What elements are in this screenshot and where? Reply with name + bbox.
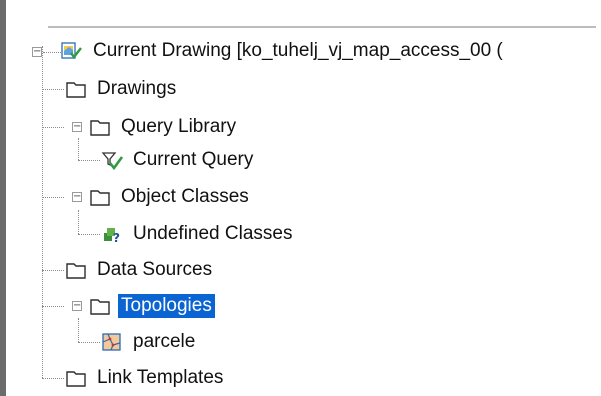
tree-node-label: Current Drawing [ko_tuhelj_vj_map_access… xyxy=(93,40,503,61)
tree-node-drawings[interactable]: Drawings xyxy=(64,76,179,102)
tree-connector xyxy=(43,52,61,53)
folder-icon xyxy=(88,116,112,138)
folder-icon xyxy=(64,367,88,389)
tree-node-current-query[interactable]: Current Query xyxy=(100,147,256,173)
tree-node-query-library[interactable]: Query Library xyxy=(88,114,239,140)
folder-icon xyxy=(64,78,88,100)
collapse-toggle-query-library[interactable]: − xyxy=(72,122,82,132)
topology-polygon-icon xyxy=(100,331,124,353)
tree-node-current-drawing[interactable]: Current Drawing [ko_tuhelj_vj_map_access… xyxy=(60,38,506,64)
tree-connector xyxy=(78,318,79,342)
folder-icon xyxy=(64,259,88,281)
tree-node-data-sources[interactable]: Data Sources xyxy=(64,257,215,283)
tree-connector xyxy=(78,210,79,234)
tree-connector xyxy=(78,234,100,235)
tree-connector xyxy=(78,342,100,343)
collapse-toggle-object-classes[interactable]: − xyxy=(72,192,82,202)
tree-connector xyxy=(42,197,64,198)
tree-connector xyxy=(42,89,64,90)
folder-icon xyxy=(88,186,112,208)
tree-node-topologies[interactable]: Topologies xyxy=(88,293,215,319)
drawing-map-icon xyxy=(60,40,84,62)
undefined-class-icon: ? xyxy=(100,223,124,245)
tree-node-label: Topologies xyxy=(118,294,215,318)
tree-connector xyxy=(42,270,64,271)
tree-node-label: Undefined Classes xyxy=(133,223,293,244)
tree-node-link-templates[interactable]: Link Templates xyxy=(64,365,226,391)
tree-node-parcele[interactable]: parcele xyxy=(100,329,198,355)
tree-node-undefined-classes[interactable]: ? Undefined Classes xyxy=(100,221,295,247)
tree-node-object-classes[interactable]: Object Classes xyxy=(88,184,252,210)
folder-icon xyxy=(88,295,112,317)
tree-node-label: Current Query xyxy=(133,149,254,170)
collapse-toggle-topologies[interactable]: − xyxy=(72,301,82,311)
map-explorer-panel: − Current Drawing [ko_tuhelj_vj_map_acce… xyxy=(6,0,601,396)
tree-node-label: parcele xyxy=(133,331,196,352)
tree-node-label: Link Templates xyxy=(97,367,224,388)
tree-connector xyxy=(42,378,64,379)
query-filter-check-icon xyxy=(100,149,124,171)
tree-view[interactable]: − Current Drawing [ko_tuhelj_vj_map_acce… xyxy=(6,0,601,396)
svg-text:?: ? xyxy=(113,231,120,245)
tree-node-label: Query Library xyxy=(121,116,237,137)
tree-node-label: Data Sources xyxy=(97,259,213,280)
tree-connector xyxy=(42,46,43,378)
tree-node-label: Drawings xyxy=(97,78,177,99)
tree-connector xyxy=(78,138,79,160)
tree-connector xyxy=(78,160,100,161)
collapse-toggle-root[interactable]: − xyxy=(32,47,42,57)
tree-node-label: Object Classes xyxy=(121,186,249,207)
tree-connector xyxy=(42,306,64,307)
tree-connector xyxy=(42,127,64,128)
